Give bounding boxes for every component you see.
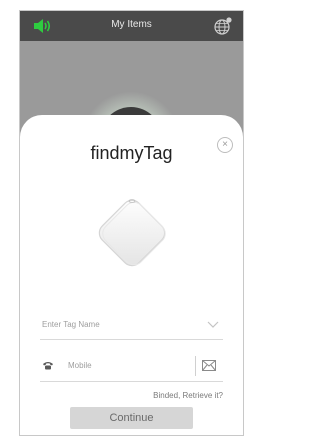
top-bar: My Items (20, 11, 243, 41)
mobile-input[interactable] (66, 360, 190, 371)
add-tag-modal: × findmyTag Enter Tag Name Mobile Binded… (20, 115, 243, 435)
field-divider (195, 356, 196, 376)
globe-settings-icon[interactable] (213, 16, 233, 36)
tag-name-input[interactable] (40, 319, 194, 330)
mobile-field-row (40, 353, 223, 382)
tag-device-image (98, 199, 166, 267)
mail-icon[interactable] (202, 360, 216, 371)
phone-screen: My Items × findmyTag Enter Tag Name Mobi… (19, 10, 244, 436)
brand-title: findmyTag (90, 143, 173, 163)
chevron-down-icon[interactable] (207, 321, 219, 329)
tag-name-field-row (40, 315, 223, 340)
phone-icon (43, 362, 53, 370)
continue-button[interactable]: Continue (70, 407, 193, 429)
retrieve-link[interactable]: Binded, Retrieve it? (153, 391, 223, 400)
page-title: My Items (111, 19, 152, 30)
